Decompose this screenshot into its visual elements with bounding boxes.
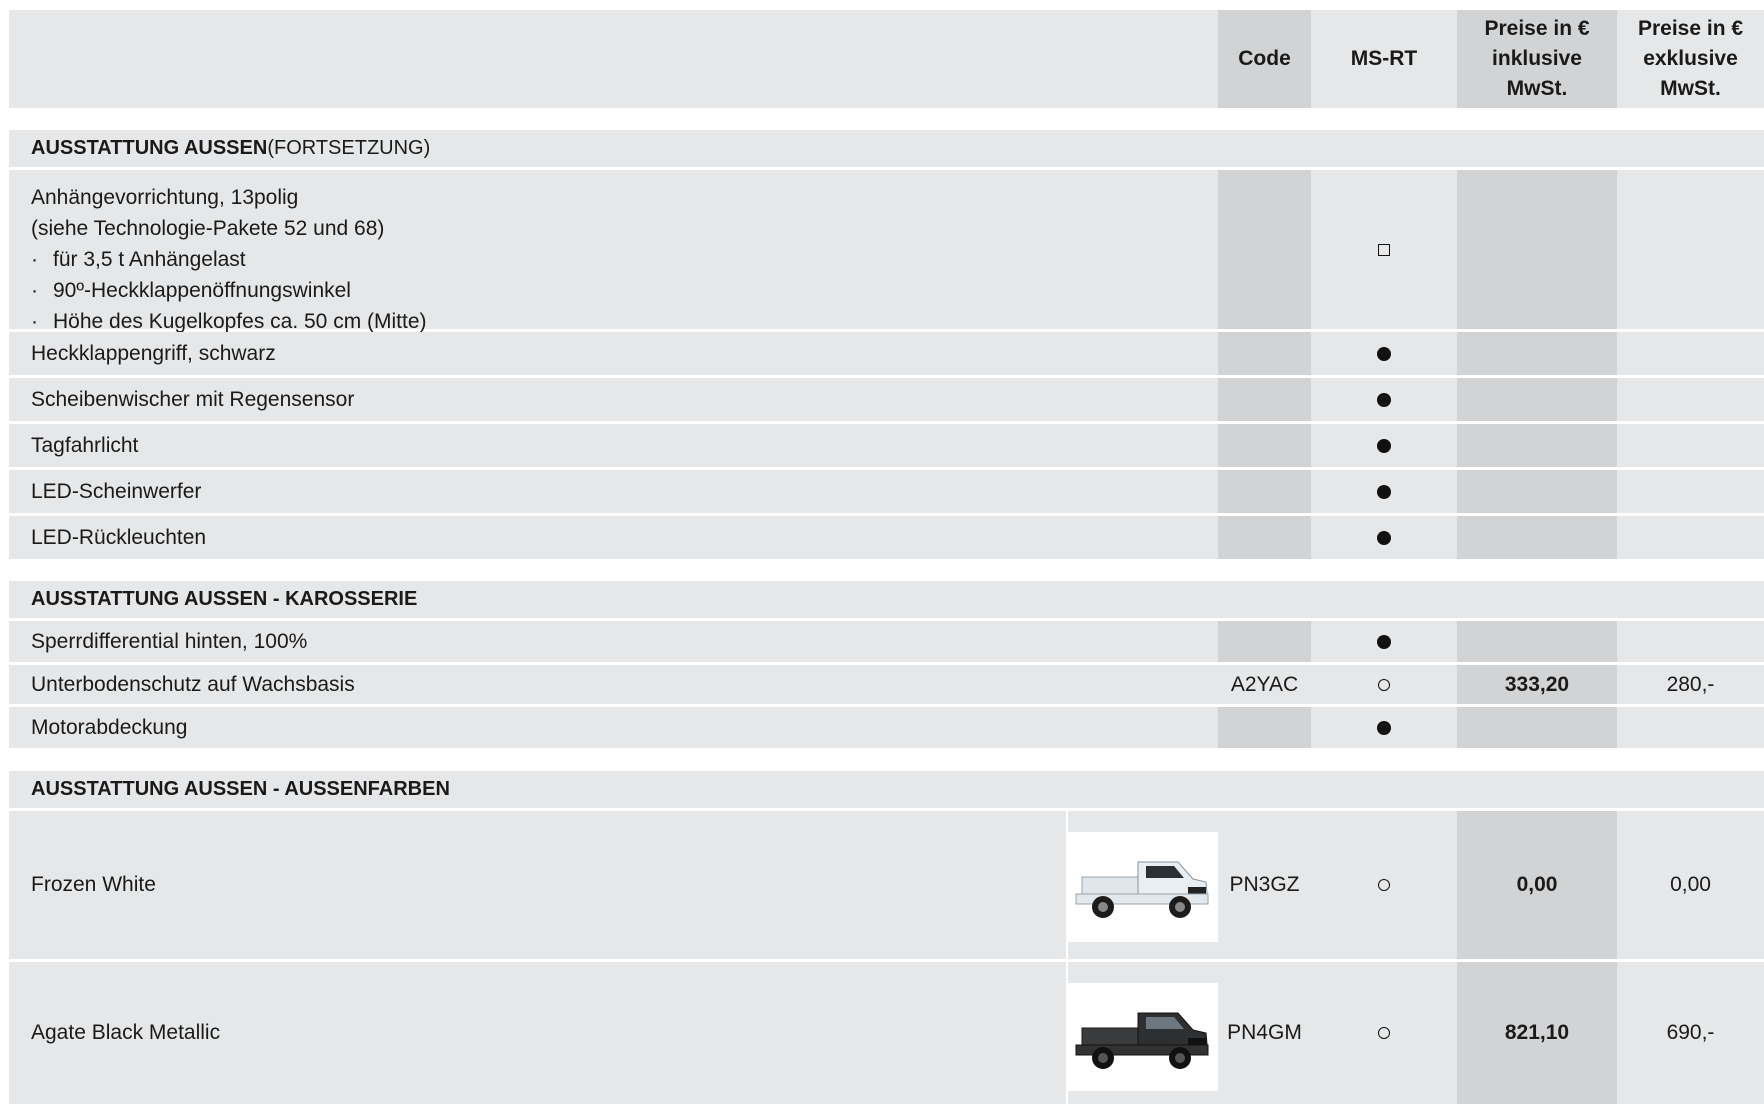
pickup-truck-icon xyxy=(1075,861,1209,918)
msrt-cell xyxy=(1311,170,1457,329)
code-cell: A2YAC xyxy=(1218,665,1311,704)
msrt-cell xyxy=(1311,516,1457,559)
table-row: Sperrdifferential hinten, 100% xyxy=(9,621,1218,662)
code-cell xyxy=(1218,170,1311,329)
price-incl-cell xyxy=(1457,332,1617,375)
price-excl-cell xyxy=(1617,332,1764,375)
section-header-body: AUSSTATTUNG AUSSEN - KAROSSERIE xyxy=(9,581,1764,618)
price-excl-cell xyxy=(1617,621,1764,662)
header-price-incl: Preise in € inklusive MwSt. xyxy=(1457,10,1617,108)
open-circle-icon xyxy=(1378,1027,1390,1039)
price-excl-cell xyxy=(1617,470,1764,513)
filled-circle-icon xyxy=(1377,484,1391,499)
msrt-cell xyxy=(1311,621,1457,662)
filled-circle-icon xyxy=(1377,392,1391,407)
price-incl-cell xyxy=(1457,621,1617,662)
square-icon xyxy=(1378,243,1390,256)
msrt-cell xyxy=(1311,378,1457,421)
msrt-cell xyxy=(1311,811,1457,959)
filled-circle-icon xyxy=(1377,438,1391,453)
msrt-cell xyxy=(1311,470,1457,513)
code-cell xyxy=(1218,707,1311,748)
code-cell: PN4GM xyxy=(1218,962,1311,1104)
open-circle-icon xyxy=(1378,678,1390,691)
code-cell xyxy=(1218,332,1311,375)
car-image xyxy=(1068,983,1218,1091)
code-cell xyxy=(1218,516,1311,559)
price-incl-cell xyxy=(1457,378,1617,421)
price-incl-cell xyxy=(1457,470,1617,513)
price-excl-cell xyxy=(1617,516,1764,559)
price-excl-cell: 280,- xyxy=(1617,665,1764,704)
table-row: LED-Rückleuchten xyxy=(9,516,1218,559)
table-row: Anhängevorrichtung, 13polig (siehe Techn… xyxy=(9,170,1218,333)
filled-circle-icon xyxy=(1377,530,1391,545)
table-row: Motorabdeckung xyxy=(9,707,1218,748)
open-circle-icon xyxy=(1378,879,1390,891)
header-price-excl: Preise in € exklusive MwSt. xyxy=(1637,17,1744,100)
price-incl-cell: 821,10 xyxy=(1457,962,1617,1104)
table-row: Heckklappengriff, schwarz xyxy=(9,332,1218,375)
price-excl-cell xyxy=(1617,424,1764,467)
code-cell: PN3GZ xyxy=(1218,811,1311,959)
msrt-cell xyxy=(1311,707,1457,748)
price-incl-cell: 0,00 xyxy=(1457,811,1617,959)
filled-circle-icon xyxy=(1377,346,1391,361)
header-code: Code xyxy=(1218,10,1311,108)
price-excl-cell: 690,- xyxy=(1617,962,1764,1104)
price-incl-cell xyxy=(1457,516,1617,559)
price-excl-cell: 0,00 xyxy=(1617,811,1764,959)
price-incl-cell xyxy=(1457,707,1617,748)
filled-circle-icon xyxy=(1377,634,1391,649)
price-incl-cell xyxy=(1457,424,1617,467)
filled-circle-icon xyxy=(1377,720,1391,735)
price-excl-cell xyxy=(1617,378,1764,421)
table-row: Scheibenwischer mit Regensensor xyxy=(9,378,1218,421)
table-row: Unterbodenschutz auf Wachsbasis xyxy=(9,665,1218,704)
price-incl-cell xyxy=(1457,170,1617,329)
table-row: Agate Black Metallic xyxy=(9,962,1066,1104)
price-excl-cell xyxy=(1617,707,1764,748)
price-excl-cell xyxy=(1617,170,1764,329)
section-header-exterior: AUSSTATTUNG AUSSEN (FORTSETZUNG) xyxy=(9,130,1764,167)
table-row: Tagfahrlicht xyxy=(9,424,1218,467)
header-msrt: MS-RT xyxy=(1350,47,1418,70)
msrt-cell xyxy=(1311,665,1457,704)
code-cell xyxy=(1218,470,1311,513)
pickup-truck-icon xyxy=(1075,1012,1209,1069)
price-incl-cell: 333,20 xyxy=(1457,665,1617,704)
code-cell xyxy=(1218,378,1311,421)
table-row: LED-Scheinwerfer xyxy=(9,470,1218,513)
code-cell xyxy=(1218,621,1311,662)
msrt-cell xyxy=(1311,962,1457,1104)
section-header-colors: AUSSTATTUNG AUSSEN - AUSSENFARBEN xyxy=(9,771,1764,808)
table-row: Frozen White xyxy=(9,811,1066,959)
msrt-cell xyxy=(1311,424,1457,467)
msrt-cell xyxy=(1311,332,1457,375)
code-cell xyxy=(1218,424,1311,467)
car-image xyxy=(1068,832,1218,942)
